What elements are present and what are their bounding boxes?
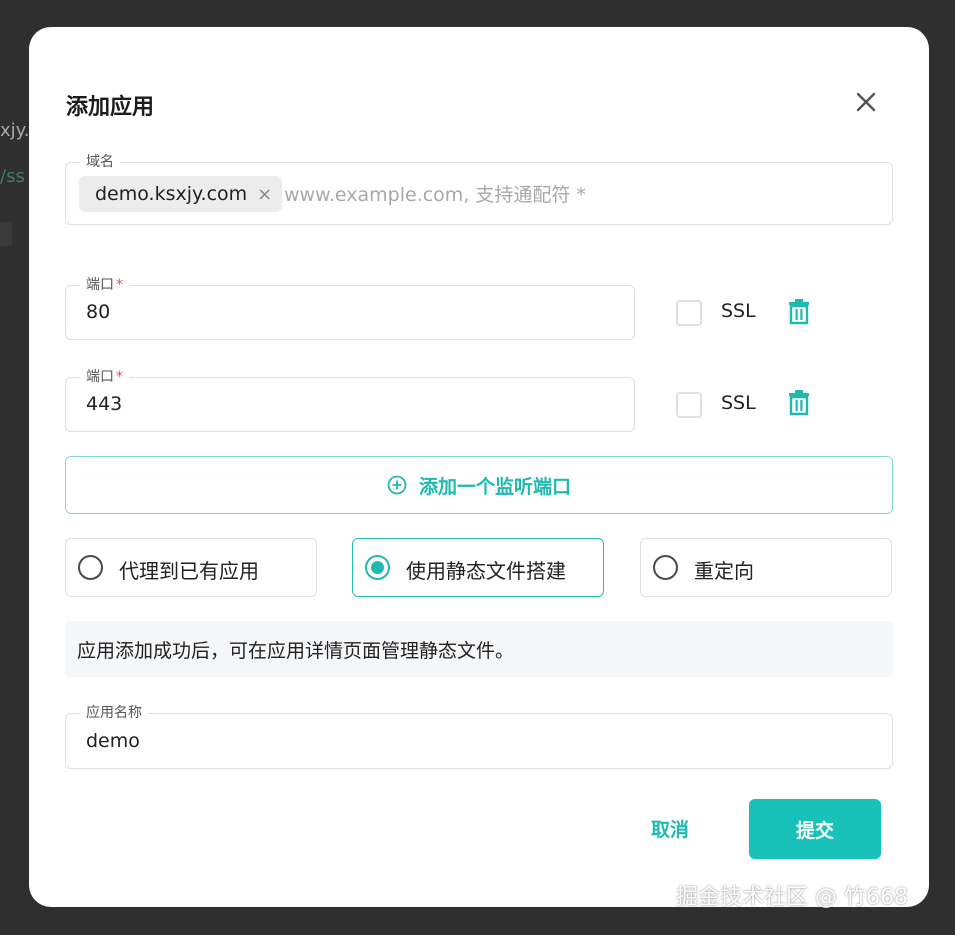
static-notice: 应用添加成功后，可在应用详情页面管理静态文件。 (65, 621, 893, 677)
add-port-button[interactable]: 添加一个监听端口 (65, 456, 893, 514)
submit-button[interactable]: 提交 (749, 799, 881, 859)
plus-circle-icon (387, 475, 407, 495)
option-redirect[interactable]: 重定向 (640, 538, 892, 597)
delete-port-button-2[interactable] (787, 390, 811, 416)
port-legend-2-text: 端口 (86, 369, 114, 385)
domain-chip-label: demo.ksxjy.com (95, 183, 248, 205)
domain-field[interactable]: 域名 demo.ksxjy.com × (65, 153, 893, 225)
add-app-dialog: 添加应用 域名 demo.ksxjy.com × 端口* 80 SSL (29, 27, 929, 907)
radio-proxy[interactable] (78, 555, 103, 580)
option-redirect-label: 重定向 (694, 559, 754, 583)
close-icon (856, 92, 876, 112)
ssl-checkbox-1[interactable] (676, 300, 702, 326)
backdrop-text-ssl: /ss (0, 166, 25, 187)
watermark: 掘金技术社区 @ 竹668 (676, 885, 908, 910)
app-name-legend-text: 应用名称 (86, 705, 142, 721)
delete-port-button-1[interactable] (787, 299, 811, 325)
required-mark: * (116, 369, 123, 385)
port-field-2[interactable]: 端口 * 443 (65, 368, 635, 432)
port-legend-1: 端口 * (80, 276, 129, 294)
port-legend-1-text: 端口 (86, 277, 114, 293)
option-static[interactable]: 使用静态文件搭建 (352, 538, 604, 597)
trash-icon (789, 299, 809, 325)
ssl-checkbox-2[interactable] (676, 392, 702, 418)
domain-legend: 域名 (80, 153, 120, 171)
radio-static[interactable] (365, 555, 390, 580)
dialog-title: 添加应用 (66, 95, 155, 120)
backdrop-block (0, 222, 12, 246)
port-value-1: 80 (86, 301, 111, 323)
ssl-label-2: SSL (721, 392, 756, 414)
domain-chip: demo.ksxjy.com × (79, 176, 283, 212)
ssl-label-1: SSL (721, 300, 756, 322)
app-name-field[interactable]: 应用名称 demo (65, 704, 893, 769)
app-name-legend: 应用名称 (80, 704, 148, 722)
trash-icon (789, 390, 809, 416)
add-port-label: 添加一个监听端口 (418, 475, 571, 498)
port-field-1[interactable]: 端口 * 80 (65, 276, 635, 340)
port-legend-2: 端口 * (80, 368, 129, 386)
option-proxy[interactable]: 代理到已有应用 (65, 538, 317, 597)
required-mark: * (116, 277, 123, 293)
radio-redirect[interactable] (653, 555, 678, 580)
option-static-label: 使用静态文件搭建 (406, 559, 566, 583)
chip-remove-icon[interactable]: × (257, 184, 272, 205)
app-name-value: demo (86, 730, 140, 752)
close-button[interactable] (851, 87, 881, 117)
port-value-2: 443 (86, 393, 123, 415)
cancel-button[interactable]: 取消 (625, 799, 715, 857)
domain-legend-text: 域名 (86, 154, 114, 170)
option-proxy-label: 代理到已有应用 (119, 559, 259, 583)
domain-input[interactable] (282, 177, 866, 213)
